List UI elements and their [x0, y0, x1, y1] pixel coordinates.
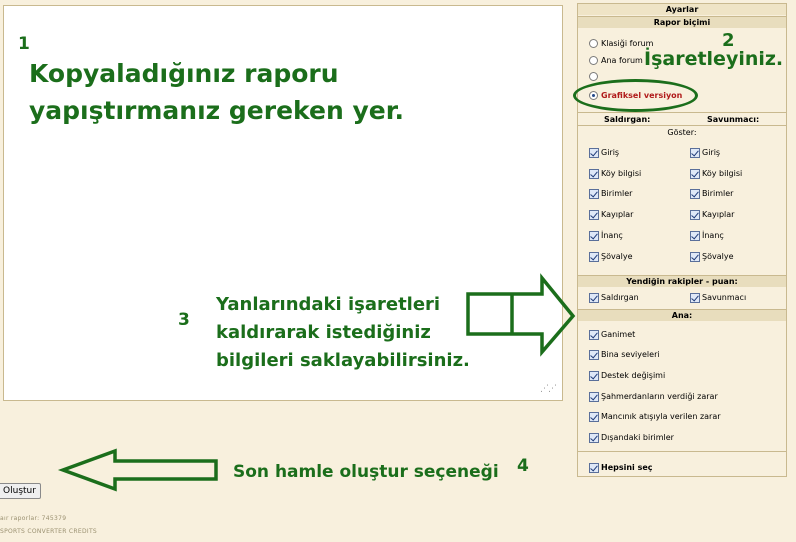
- checkbox-label: Kayıplar: [702, 210, 735, 219]
- attacker-checkbox-losses[interactable]: Kayıplar: [589, 207, 633, 223]
- checkbox[interactable]: [589, 432, 599, 443]
- reports-count: aır raporlar: 745379: [0, 515, 67, 522]
- radio-button[interactable]: [589, 72, 598, 81]
- main-checkbox-building-levels[interactable]: Bina seviyeleri: [589, 347, 660, 363]
- divider: [578, 451, 786, 452]
- checkbox[interactable]: [690, 292, 700, 303]
- settings-panel: Ayarlar Rapor biçimi Klasiği forum Ana f…: [577, 3, 787, 477]
- highlight-oval: [573, 79, 698, 112]
- checkbox[interactable]: [589, 209, 599, 220]
- right-arrow-icon: [466, 273, 576, 357]
- checkbox[interactable]: [589, 329, 599, 340]
- checkbox-label: Birimler: [702, 189, 734, 198]
- divider: [578, 125, 786, 126]
- resize-grip-icon[interactable]: ⋰⋰: [540, 385, 557, 394]
- defender-checkbox-losses[interactable]: Kayıplar: [690, 207, 734, 223]
- report-format-header: Rapor biçimi: [578, 16, 786, 28]
- select-all-checkbox[interactable]: Hepsini seç: [589, 460, 653, 476]
- defender-checkbox-paladin[interactable]: Şövalye: [690, 249, 734, 265]
- checkbox-label: Kayıplar: [601, 210, 634, 219]
- main-checkbox-ram-damage[interactable]: Şahmerdanların verdiği zarar: [589, 389, 718, 405]
- checkbox-label: Birimler: [601, 189, 633, 198]
- main-checkbox-support-change[interactable]: Destek değişimi: [589, 368, 665, 384]
- checkbox-label: Dışandaki birimler: [601, 433, 674, 442]
- annotation-number-1: 1: [18, 34, 30, 54]
- checkbox[interactable]: [589, 411, 599, 422]
- checkbox-label: Şövalye: [702, 252, 734, 261]
- left-arrow-icon: [57, 448, 218, 492]
- defeated-attacker-checkbox[interactable]: Saldırgan: [589, 290, 639, 306]
- checkbox[interactable]: [589, 349, 599, 360]
- main-header: Ana:: [578, 309, 786, 321]
- radio-main-forum[interactable]: Ana forum: [589, 54, 643, 68]
- checkbox[interactable]: [589, 230, 599, 241]
- checkbox[interactable]: [589, 188, 599, 199]
- annotation-number-3: 3: [178, 310, 190, 330]
- checkbox-label: Ganimet: [601, 330, 636, 339]
- main-checkbox-outside-units[interactable]: Dışandaki birimler: [589, 430, 674, 446]
- create-button[interactable]: Oluştur: [0, 483, 41, 499]
- checkbox-label: Mancınık atışıyla verilen zarar: [601, 412, 721, 421]
- checkbox-label: Şahmerdanların verdiği zarar: [601, 392, 718, 401]
- radio-button[interactable]: [589, 39, 598, 48]
- checkbox[interactable]: [690, 251, 700, 262]
- checkbox-label: Giriş: [601, 148, 620, 157]
- checkbox-label: Bina seviyeleri: [601, 350, 660, 359]
- attacker-header: Saldırgan:: [604, 115, 651, 124]
- checkbox-label: Köy bilgisi: [601, 169, 642, 178]
- credits-link[interactable]: SPORTS CONVERTER CREDITS: [0, 528, 97, 535]
- defeated-opponents-header: Yendiğin rakipler - puan:: [578, 275, 786, 287]
- checkbox-label: Giriş: [702, 148, 721, 157]
- checkbox-label: Hepsini seç: [601, 463, 653, 472]
- annotation-remove-checks: Yanlarındaki işaretleri kaldırarak isted…: [216, 294, 470, 371]
- radio-button[interactable]: [589, 56, 598, 65]
- checkbox[interactable]: [589, 370, 599, 381]
- checkbox[interactable]: [690, 230, 700, 241]
- show-label: Göster:: [667, 128, 697, 137]
- defender-checkbox-units[interactable]: Birimler: [690, 186, 733, 202]
- settings-title: Ayarlar: [578, 4, 786, 15]
- attacker-checkbox-village-info[interactable]: Köy bilgisi: [589, 166, 641, 182]
- annotation-paste-here: Kopyaladığınız raporu yapıştırmanız gere…: [29, 59, 404, 125]
- checkbox[interactable]: [690, 147, 700, 158]
- annotation-last-move: Son hamle oluştur seçeneği: [233, 462, 499, 482]
- attacker-checkbox-entry[interactable]: Giriş: [589, 145, 619, 161]
- annotation-number-4: 4: [517, 456, 529, 476]
- attacker-checkbox-units[interactable]: Birimler: [589, 186, 632, 202]
- checkbox-label: İnanç: [702, 231, 724, 240]
- defender-checkbox-belief[interactable]: İnanç: [690, 228, 724, 244]
- main-checkbox-catapult-damage[interactable]: Mancınık atışıyla verilen zarar: [589, 409, 721, 425]
- checkbox-label: Saldırgan: [601, 293, 639, 302]
- attacker-checkbox-paladin[interactable]: Şövalye: [589, 249, 633, 265]
- defeated-defender-checkbox[interactable]: Savunmacı: [690, 290, 746, 306]
- radio-label: Ana forum: [601, 56, 643, 65]
- checkbox[interactable]: [589, 292, 599, 303]
- defender-header: Savunmacı:: [707, 115, 760, 124]
- checkbox[interactable]: [690, 168, 700, 179]
- divider: [578, 112, 786, 113]
- radio-label: Klasiği forum: [601, 39, 654, 48]
- checkbox[interactable]: [589, 168, 599, 179]
- checkbox-label: Savunmacı: [702, 293, 747, 302]
- main-checkbox-loot[interactable]: Ganimet: [589, 327, 635, 343]
- checkbox[interactable]: [589, 391, 599, 402]
- defender-checkbox-village-info[interactable]: Köy bilgisi: [690, 166, 742, 182]
- checkbox[interactable]: [589, 251, 599, 262]
- checkbox[interactable]: [690, 209, 700, 220]
- checkbox-label: Köy bilgisi: [702, 169, 743, 178]
- checkbox-label: Şövalye: [601, 252, 633, 261]
- checkbox[interactable]: [690, 188, 700, 199]
- checkbox-label: Destek değişimi: [601, 371, 666, 380]
- defender-checkbox-entry[interactable]: Giriş: [690, 145, 720, 161]
- checkbox[interactable]: [589, 147, 599, 158]
- annotation-mark-it: İşaretleyiniz.: [644, 48, 784, 70]
- checkbox[interactable]: [589, 462, 599, 473]
- attacker-checkbox-belief[interactable]: İnanç: [589, 228, 623, 244]
- checkbox-label: İnanç: [601, 231, 623, 240]
